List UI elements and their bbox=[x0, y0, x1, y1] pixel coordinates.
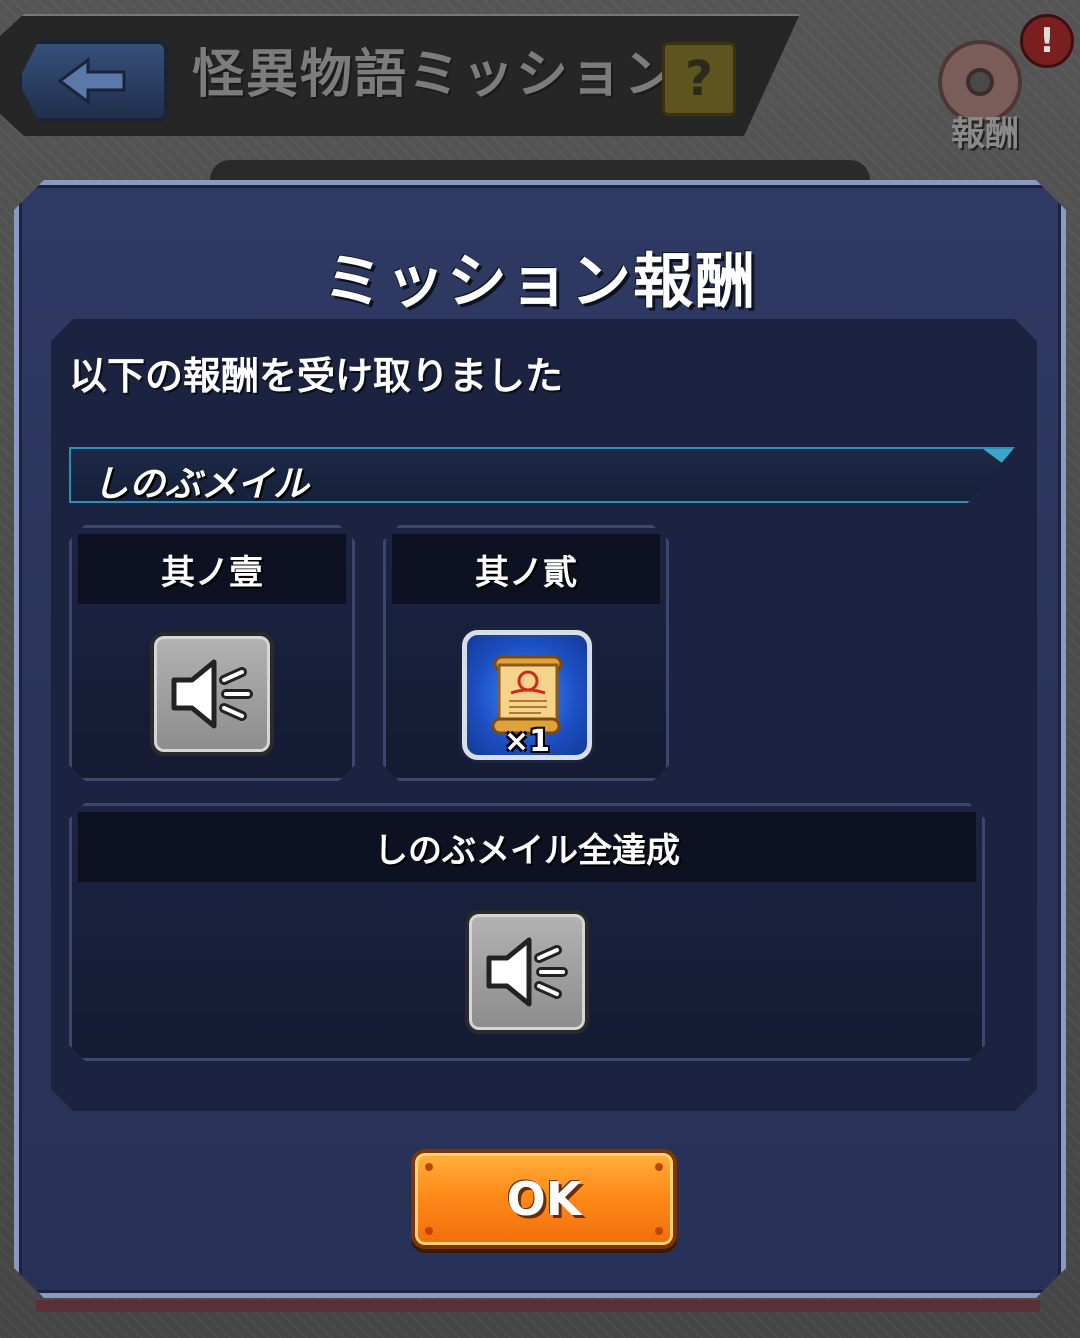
sound-reward-tile[interactable] bbox=[150, 632, 274, 756]
button-rivet bbox=[425, 1163, 433, 1171]
back-button[interactable] bbox=[18, 40, 168, 122]
reward-content-panel: 以下の報酬を受け取りました しのぶメイル 其ノ壹 其ノ貳 ×1 しのぶメイル全達… bbox=[51, 319, 1037, 1111]
background-strip bbox=[36, 1300, 1040, 1312]
ok-button[interactable]: OK bbox=[411, 1149, 677, 1249]
mission-reward-dialog: ミッション報酬 以下の報酬を受け取りました しのぶメイル 其ノ壹 其ノ貳 ×1 … bbox=[14, 180, 1066, 1298]
back-arrow-icon bbox=[58, 57, 126, 105]
section-header: しのぶメイル bbox=[69, 447, 1015, 503]
received-message: 以下の報酬を受け取りました bbox=[69, 354, 564, 398]
screen-title: 怪異物語ミッション bbox=[192, 45, 679, 105]
sound-icon bbox=[168, 654, 256, 734]
button-rivet bbox=[425, 1227, 433, 1235]
ok-button-label: OK bbox=[506, 1172, 582, 1226]
button-rivet bbox=[655, 1163, 663, 1171]
alert-badge: ! bbox=[1020, 14, 1074, 68]
reward-card-3: しのぶメイル全達成 bbox=[69, 803, 985, 1061]
reward-card-2: 其ノ貳 ×1 bbox=[383, 525, 669, 781]
help-button[interactable]: ? bbox=[662, 42, 736, 116]
scroll-reward-tile[interactable]: ×1 bbox=[462, 630, 592, 760]
reward-card-label: 其ノ貳 bbox=[392, 534, 660, 604]
dialog-title: ミッション報酬 bbox=[323, 247, 757, 317]
reward-card-label: 其ノ壹 bbox=[78, 534, 346, 604]
reward-quantity: ×1 bbox=[503, 724, 550, 759]
reward-card-label: しのぶメイル全達成 bbox=[78, 812, 976, 882]
rewards-label: 報酬 bbox=[951, 114, 1019, 154]
sound-reward-tile[interactable] bbox=[465, 910, 589, 1034]
button-rivet bbox=[655, 1227, 663, 1235]
sound-icon bbox=[483, 932, 571, 1012]
section-header-label: しのぶメイル bbox=[93, 464, 310, 505]
reward-card-1: 其ノ壹 bbox=[69, 525, 355, 781]
